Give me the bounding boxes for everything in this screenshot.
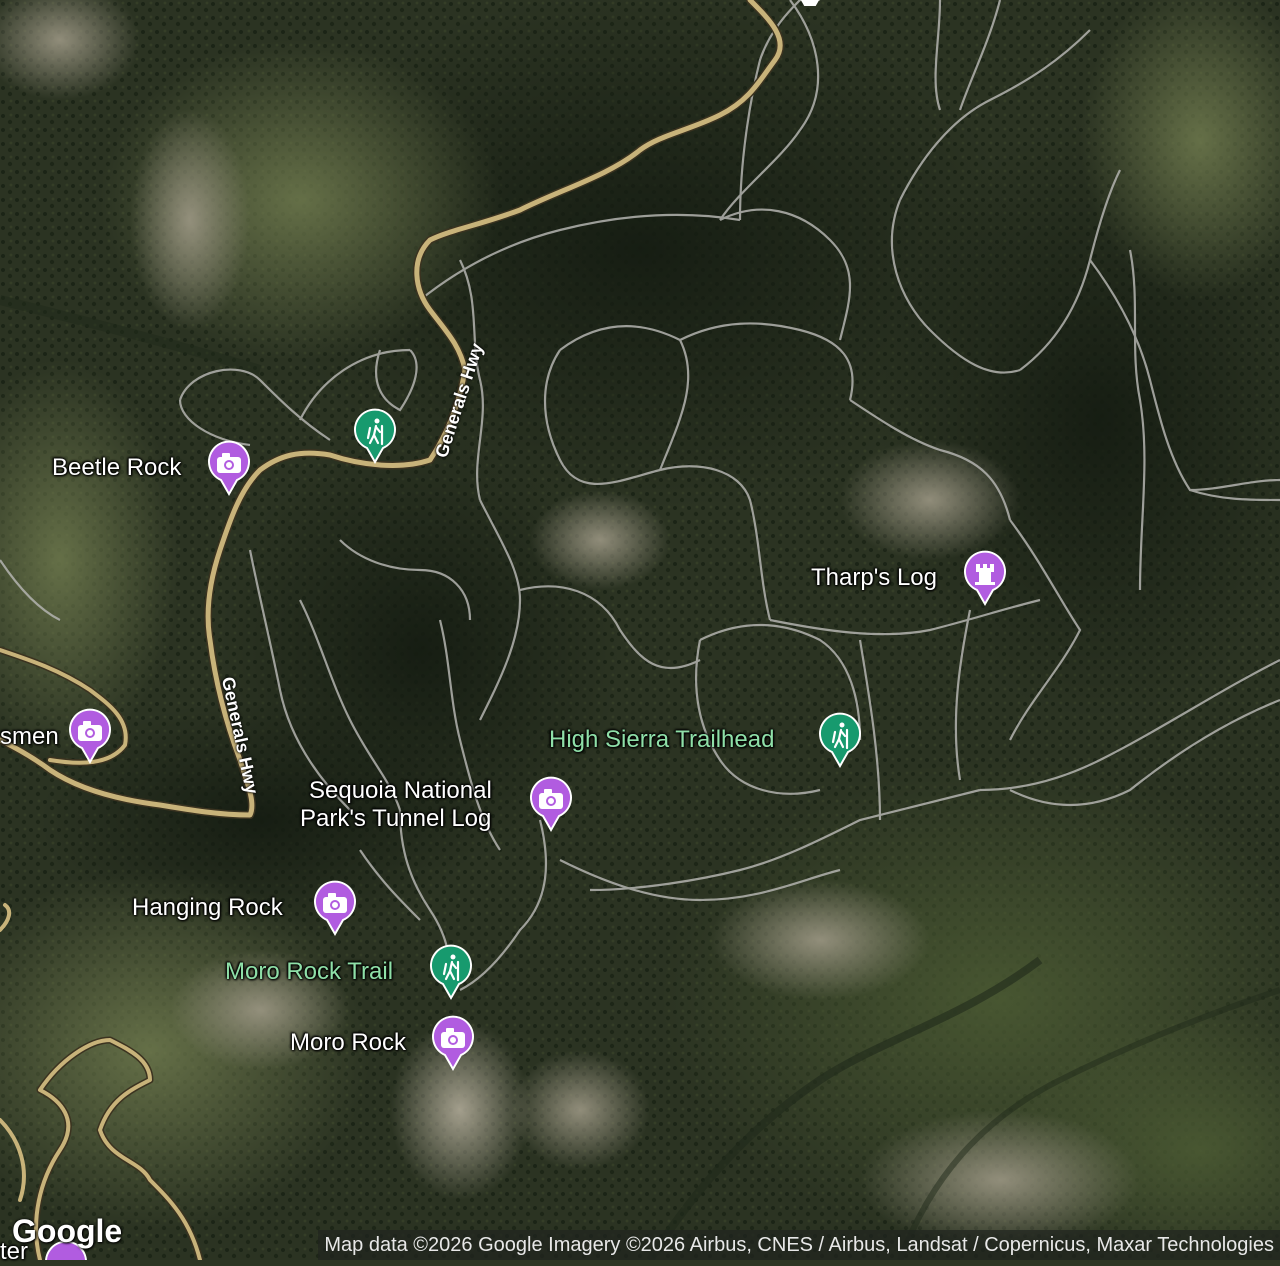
place-label-high-sierra-trailhead[interactable]: High Sierra Trailhead	[549, 726, 774, 754]
place-label-moro-rock[interactable]: Moro Rock	[290, 1029, 406, 1057]
satellite-map[interactable]	[0, 0, 1280, 1260]
place-label-tunnel-log-line1[interactable]: Sequoia National	[309, 777, 492, 805]
map-attribution[interactable]: Map data ©2026 Google Imagery ©2026 Airb…	[318, 1230, 1280, 1260]
place-label-tharps-log[interactable]: Tharp's Log	[811, 564, 937, 592]
pin-moro-rock[interactable]	[429, 1015, 477, 1071]
pin-smen[interactable]	[66, 708, 114, 764]
google-logo: Google	[12, 1213, 123, 1249]
pin-hanging-rock[interactable]	[311, 880, 359, 936]
pin-beetle-rock[interactable]	[205, 440, 253, 496]
pin-tunnel-log[interactable]	[527, 776, 575, 832]
pin-top-edge[interactable]	[786, 0, 834, 6]
pin-tharps-log[interactable]	[961, 550, 1009, 606]
pin-moro-rock-trail[interactable]	[427, 944, 475, 1000]
place-label-tunnel-log-line2[interactable]: Park's Tunnel Log	[300, 805, 491, 833]
pin-trailhead-north[interactable]	[351, 408, 399, 464]
place-label-hanging-rock[interactable]: Hanging Rock	[132, 894, 283, 922]
pin-high-sierra-trailhead[interactable]	[816, 712, 864, 768]
place-label-beetle-rock[interactable]: Beetle Rock	[52, 454, 181, 482]
place-label-moro-rock-trail[interactable]: Moro Rock Trail	[225, 958, 393, 986]
place-label-smen[interactable]: smen	[0, 723, 59, 751]
